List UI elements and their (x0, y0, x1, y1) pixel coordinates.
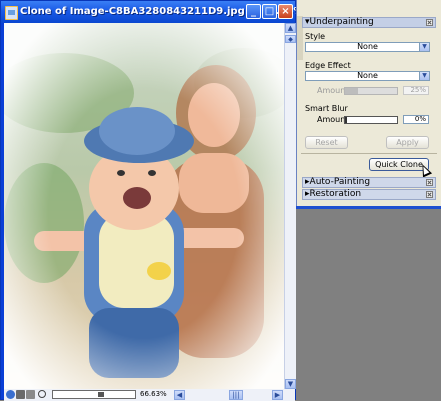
edge-amount-field[interactable]: 25% (403, 86, 429, 95)
edge-amount-slider[interactable] (344, 87, 398, 95)
underpainting-palette: ▾Underpainting Style None ▼ Edge Effect … (296, 0, 441, 206)
section-restoration-label: Restoration (309, 189, 362, 199)
section-auto-painting-label: Auto-Painting (309, 177, 371, 187)
blur-amount-slider[interactable] (344, 116, 398, 124)
zoom-slider-knob[interactable] (98, 392, 104, 397)
style-value: None (357, 42, 378, 51)
image-window-titlebar[interactable]: Clone of Image-C8BA3280843211D9.jpg @ 66… (1, 1, 303, 23)
magnifier-icon[interactable] (38, 390, 46, 398)
close-section-icon[interactable] (426, 191, 433, 198)
image-canvas[interactable] (4, 23, 284, 389)
apply-button[interactable]: Apply (386, 136, 429, 149)
section-restoration[interactable]: ▸Restoration (302, 189, 436, 200)
zoom-level: 66.63% (140, 390, 167, 398)
style-dropdown[interactable]: None ▼ (305, 42, 430, 52)
globe-icon[interactable] (6, 390, 15, 399)
mouse-pointer-icon (417, 162, 433, 178)
horizontal-scroll-thumb[interactable]: ||| (229, 390, 243, 400)
edge-effect-label: Edge Effect (305, 61, 351, 70)
palette-bottom-edge (296, 206, 441, 209)
section-auto-painting[interactable]: ▸Auto-Painting (302, 177, 436, 188)
scroll-up-arrow-icon[interactable]: ▲ (285, 23, 296, 33)
section-underpainting[interactable]: ▾Underpainting (302, 17, 436, 28)
close-section-icon[interactable] (426, 179, 433, 186)
document-icon (5, 6, 18, 20)
style-label: Style (305, 32, 326, 41)
scroll-right-arrow-icon[interactable]: ▶ (272, 390, 283, 400)
edge-effect-dropdown[interactable]: None ▼ (305, 71, 430, 81)
palette-divider (301, 153, 437, 154)
vertical-scrollbar[interactable]: ▲ ◆ ▼ (284, 23, 296, 389)
minimize-button[interactable]: _ (246, 4, 261, 19)
photo-image (4, 23, 284, 389)
smart-blur-label: Smart Blur (305, 104, 348, 113)
close-button[interactable]: × (278, 4, 293, 19)
zoom-slider[interactable] (52, 390, 136, 399)
blur-amount-fill (345, 117, 348, 123)
image-statusbar: 66.63% ◀ ||| ▶ (4, 389, 295, 401)
grabber-hand-icon[interactable] (16, 390, 25, 399)
blur-amount-field[interactable]: 0% (403, 115, 429, 124)
section-underpainting-label: Underpainting (309, 17, 374, 27)
scroll-down-arrow-icon[interactable]: ▼ (285, 379, 296, 389)
image-window: Clone of Image-C8BA3280843211D9.jpg @ 66… (0, 0, 303, 401)
navigator-icon[interactable]: ◆ (285, 35, 296, 43)
edge-amount-fill (345, 88, 358, 94)
edge-effect-value: None (357, 71, 378, 80)
chevron-down-icon: ▼ (419, 43, 429, 51)
reset-button[interactable]: Reset (305, 136, 348, 149)
chevron-down-icon: ▼ (419, 72, 429, 80)
grabber-hand-icon[interactable] (26, 390, 35, 399)
close-section-icon[interactable] (426, 19, 433, 26)
maximize-button[interactable]: □ (262, 4, 277, 19)
scroll-left-arrow-icon[interactable]: ◀ (174, 390, 185, 400)
